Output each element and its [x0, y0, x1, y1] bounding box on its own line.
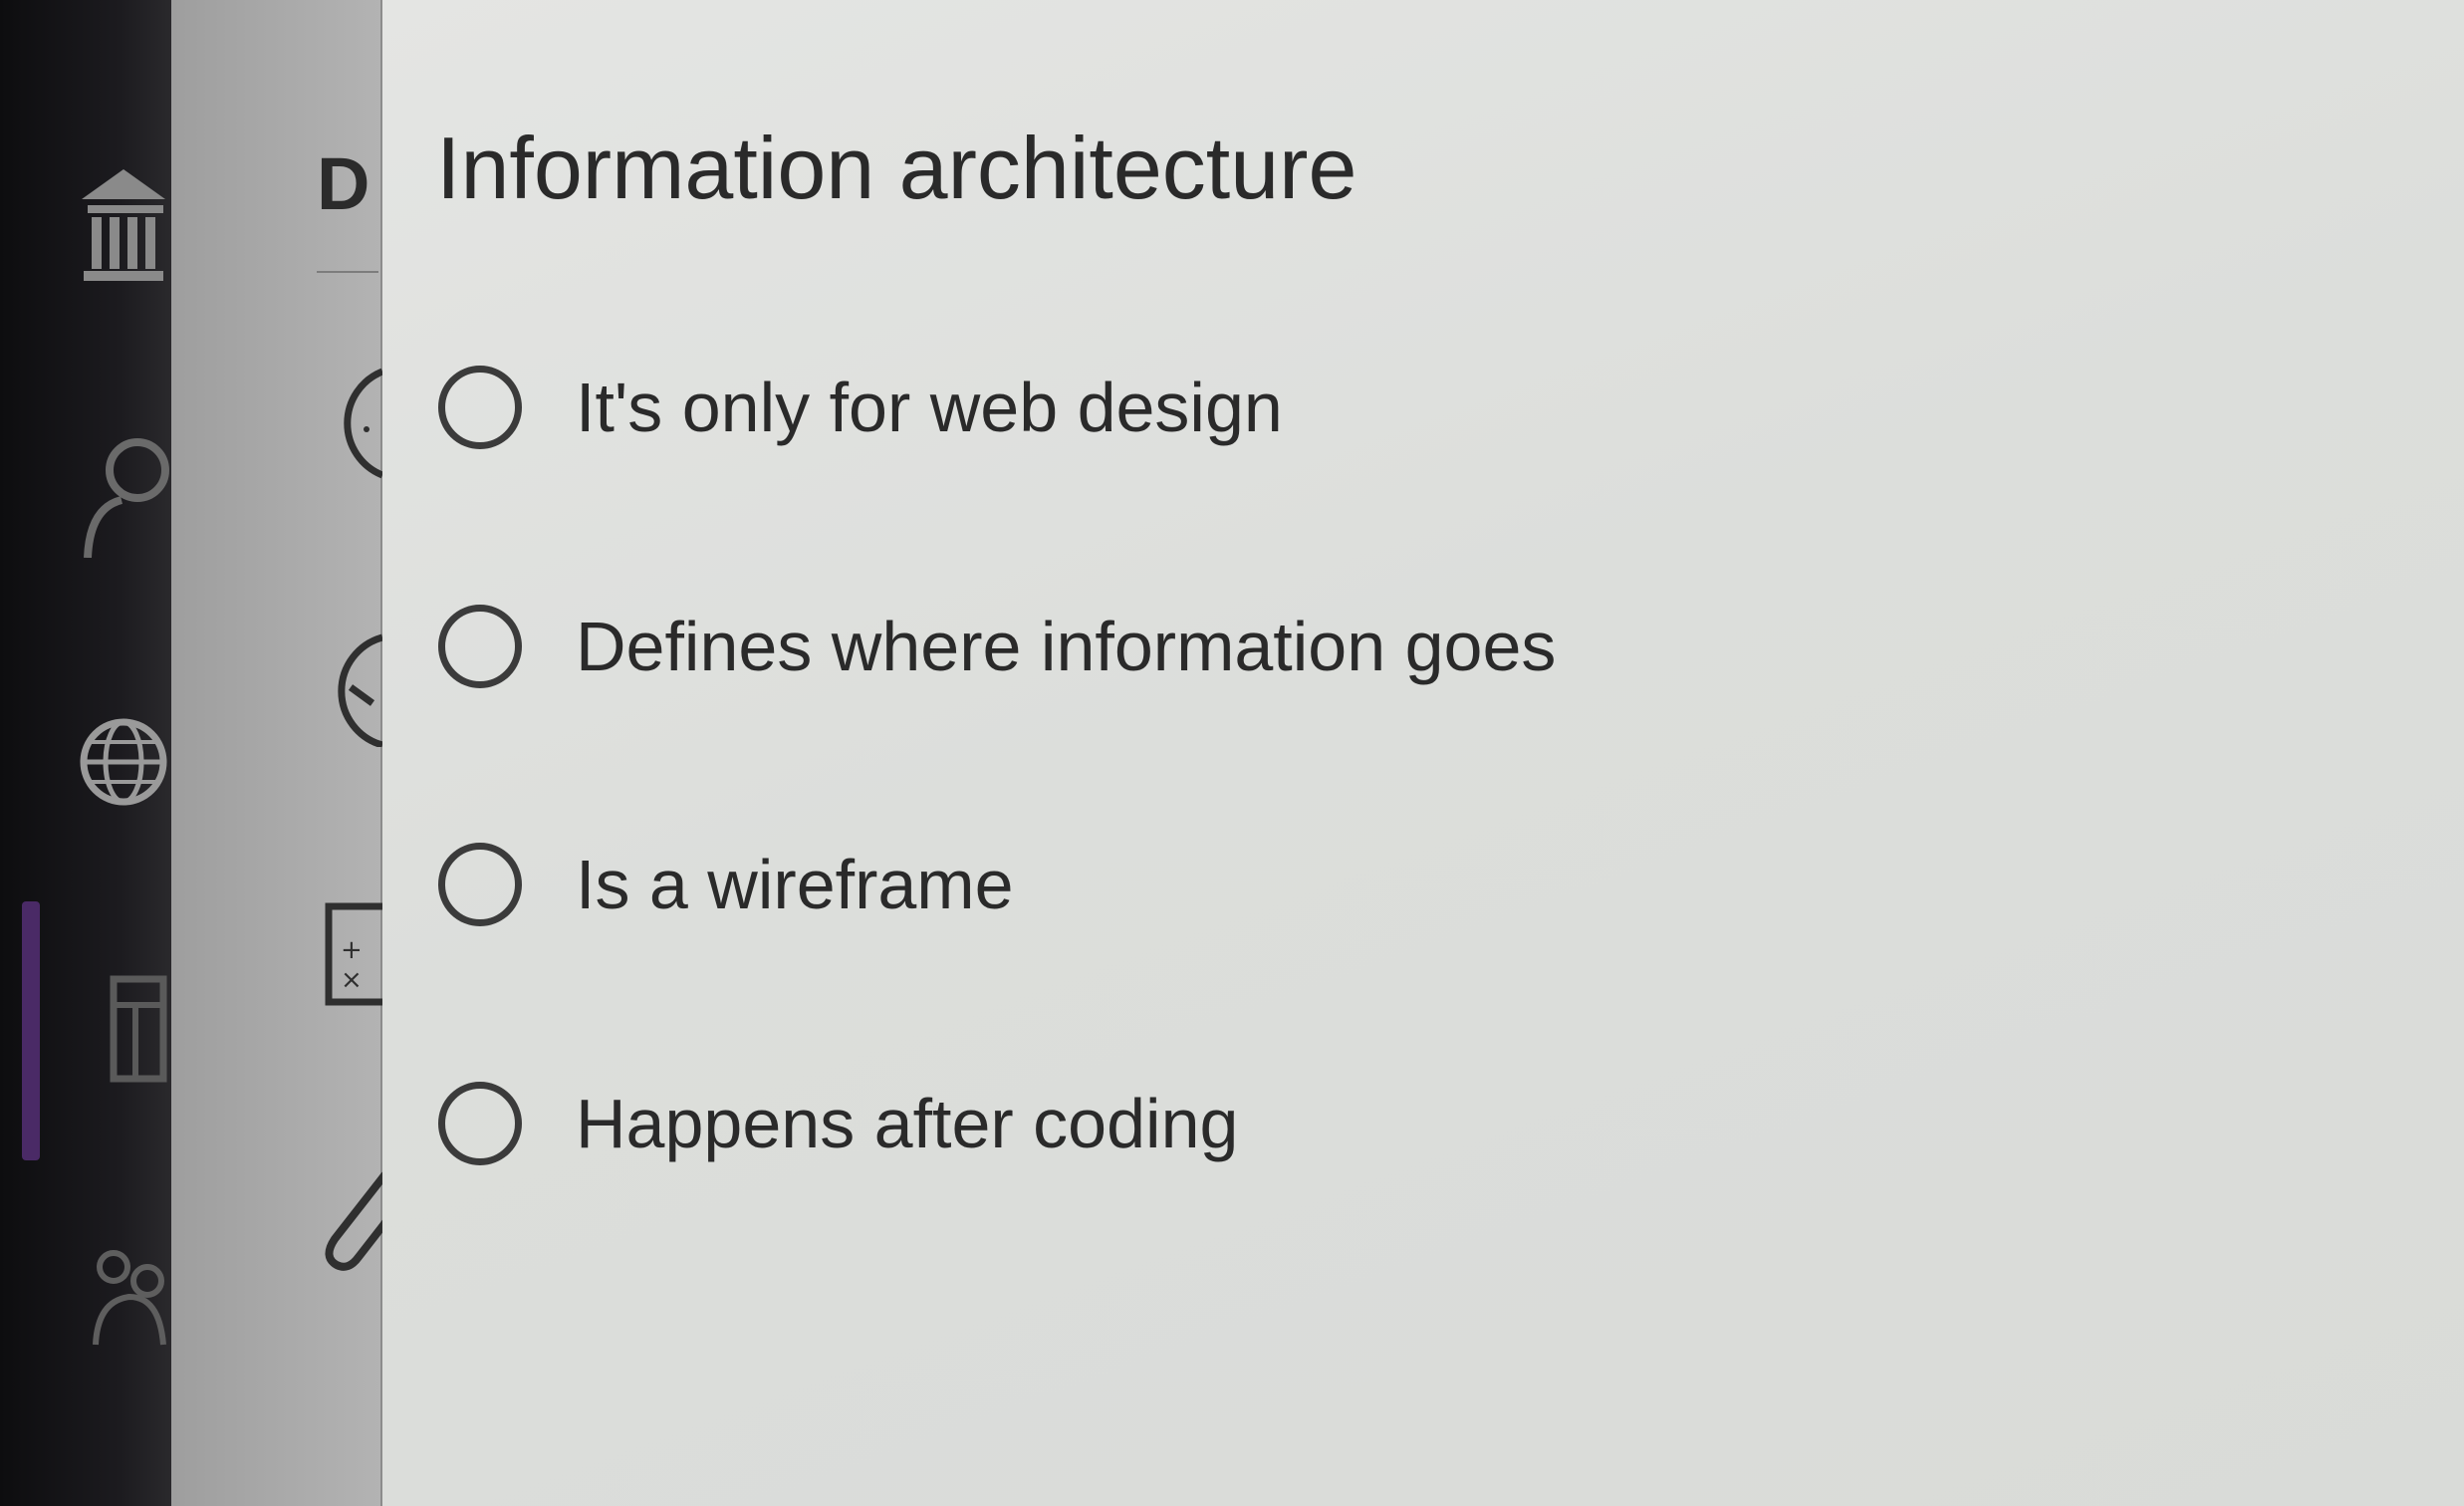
attachment-icon[interactable] [315, 1165, 384, 1285]
answer-option-label[interactable]: Defines where information goes [576, 607, 1556, 686]
person-icon[interactable] [78, 428, 169, 558]
clock-icon[interactable] [315, 364, 384, 483]
radio-button[interactable] [438, 605, 522, 688]
progress-icon[interactable] [315, 628, 384, 747]
radio-button[interactable] [438, 1082, 522, 1165]
question-title: Information architecture [436, 119, 1357, 217]
answer-option[interactable]: Happens after coding [438, 1069, 1733, 1178]
answer-option[interactable]: Is a wireframe [438, 830, 1733, 939]
answer-option-label[interactable]: Is a wireframe [576, 845, 1014, 924]
panel-divider [317, 271, 378, 273]
calculator-icon[interactable]: + × [315, 896, 384, 1016]
globe-icon[interactable] [78, 697, 169, 827]
quiz-page: D + × Information architecture It's only… [0, 0, 2464, 1506]
layout-icon[interactable] [78, 971, 169, 1101]
answer-option-label[interactable]: Happens after coding [576, 1084, 1238, 1163]
svg-text:+: + [341, 935, 363, 965]
panel-heading-letter: D [317, 142, 370, 225]
question-content-area [382, 0, 2464, 1506]
answer-option-label[interactable]: It's only for web design [576, 368, 1283, 447]
active-nav-indicator [22, 901, 40, 1160]
people-icon[interactable] [78, 1235, 169, 1365]
app-navigation-rail [0, 0, 171, 1506]
svg-text:×: × [341, 965, 363, 995]
answer-option[interactable]: It's only for web design [438, 353, 1733, 462]
institution-icon[interactable] [78, 159, 169, 289]
radio-button[interactable] [438, 843, 522, 926]
radio-button[interactable] [438, 366, 522, 449]
answer-option[interactable]: Defines where information goes [438, 592, 1733, 701]
